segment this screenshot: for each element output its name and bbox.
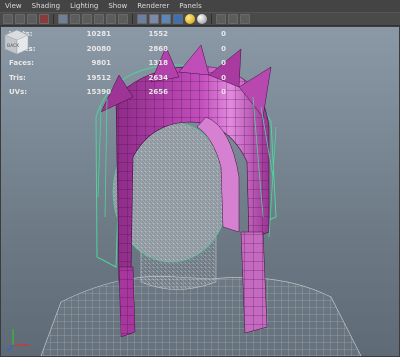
safe-action-icon[interactable] bbox=[118, 14, 128, 24]
shadows-icon[interactable] bbox=[185, 14, 195, 24]
toolbar-divider bbox=[53, 14, 54, 24]
menu-view[interactable]: View bbox=[5, 2, 22, 10]
menu-show[interactable]: Show bbox=[108, 2, 127, 10]
hud-row-verts: Verts: 10281 1552 0 bbox=[9, 30, 226, 39]
isolate-icon[interactable] bbox=[197, 14, 207, 24]
film-gate-icon[interactable] bbox=[70, 14, 80, 24]
hud-row-uvs: UVs: 15390 2656 0 bbox=[9, 88, 226, 97]
menu-panels[interactable]: Panels bbox=[179, 2, 202, 10]
menu-shading[interactable]: Shading bbox=[32, 2, 60, 10]
toolbar-divider bbox=[211, 14, 212, 24]
gate-mask-icon[interactable] bbox=[94, 14, 104, 24]
poly-count-hud: Verts: 10281 1552 0 Edges: 20080 2868 0 … bbox=[9, 27, 226, 100]
field-chart-icon[interactable] bbox=[106, 14, 116, 24]
hud-row-faces: Faces: 9801 1318 0 bbox=[9, 59, 226, 68]
share-icon[interactable] bbox=[240, 14, 250, 24]
view-cube[interactable]: BACK bbox=[1, 27, 31, 57]
wireframe-icon[interactable] bbox=[137, 14, 147, 24]
xray-joints-icon[interactable] bbox=[228, 14, 238, 24]
menu-lighting[interactable]: Lighting bbox=[70, 2, 98, 10]
xray-icon[interactable] bbox=[216, 14, 226, 24]
panel-menubar: View Shading Lighting Show Renderer Pane… bbox=[0, 0, 400, 12]
hud-row-tris: Tris: 19512 2634 0 bbox=[9, 73, 226, 82]
resolution-gate-icon[interactable] bbox=[82, 14, 92, 24]
body-wireframe bbox=[40, 276, 362, 356]
3d-viewport[interactable]: Verts: 10281 1552 0 Edges: 20080 2868 0 … bbox=[1, 27, 399, 356]
grid-icon[interactable] bbox=[58, 14, 68, 24]
view-cube-label: BACK bbox=[7, 43, 20, 49]
image-plane-icon[interactable] bbox=[39, 14, 49, 24]
smooth-shade-icon[interactable] bbox=[149, 14, 159, 24]
toolbar-divider bbox=[132, 14, 133, 24]
axis-gizmo bbox=[6, 329, 29, 352]
camera-attributes-icon[interactable] bbox=[15, 14, 25, 24]
select-camera-icon[interactable] bbox=[3, 14, 13, 24]
hud-row-edges: Edges: 20080 2868 0 bbox=[9, 44, 226, 53]
bookmark-icon[interactable] bbox=[27, 14, 37, 24]
menu-renderer[interactable]: Renderer bbox=[137, 2, 169, 10]
lights-icon[interactable] bbox=[173, 14, 183, 24]
textured-icon[interactable] bbox=[161, 14, 171, 24]
panel-toolbar bbox=[0, 12, 400, 26]
